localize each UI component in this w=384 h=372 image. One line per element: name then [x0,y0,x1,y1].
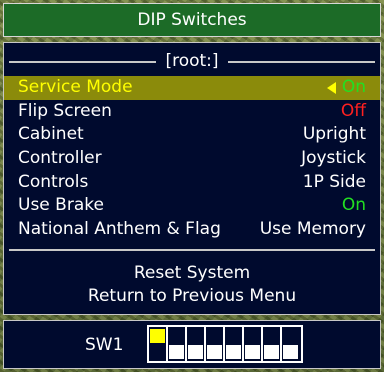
menu-header: [root:] [4,51,380,71]
menu-item-label: National Anthem & Flag [18,219,221,240]
switch-bank-panel: SW1 [3,320,381,369]
menu-item-label: Controls [18,171,89,192]
menu-item-national-anthem[interactable]: National Anthem & Flag Use Memory [4,218,380,242]
menu-actions: Reset System Return to Previous Menu [4,262,380,308]
dip-switch-bank [147,325,303,363]
menu-item-label: Use Brake [18,195,104,216]
switch-knob [207,345,222,359]
dip-switch-6[interactable] [244,327,263,361]
menu-item-value: On [341,195,366,216]
dip-switch-7[interactable] [263,327,282,361]
menu-item-cabinet[interactable]: Cabinet Upright [4,123,380,147]
window-title: DIP Switches [3,3,381,37]
menu-list: Service Mode On Flip Screen Off Cabinet … [4,76,380,242]
menu-item-value: Off [340,100,366,121]
menu-item-label: Service Mode [18,77,133,97]
switch-knob [169,345,184,359]
dip-menu-panel: [root:] Service Mode On Flip Screen Off … [3,42,381,315]
reset-system-button[interactable]: Reset System [4,262,380,285]
menu-item-service-mode[interactable]: Service Mode On [4,76,380,100]
dip-switch-1[interactable] [149,327,168,361]
menu-item-label: Cabinet [18,124,84,145]
dip-switch-3[interactable] [187,327,206,361]
menu-item-value: On [341,77,366,97]
menu-item-value: Upright [302,124,366,145]
menu-item-controller[interactable]: Controller Joystick [4,147,380,171]
header-divider-right [228,61,375,63]
dip-switch-8[interactable] [282,327,301,361]
switch-knob [188,345,203,359]
switch-knob [226,345,241,359]
menu-item-value: Joystick [301,148,366,169]
menu-item-value: Use Memory [259,219,366,240]
menu-item-controls[interactable]: Controls 1P Side [4,171,380,195]
menu-item-label: Controller [18,148,102,169]
switch-knob [150,329,165,343]
dip-switch-2[interactable] [168,327,187,361]
menu-divider [9,249,375,251]
dip-switch-5[interactable] [225,327,244,361]
switch-knob [264,345,279,359]
menu-item-value: 1P Side [302,171,366,192]
selection-arrow-icon [327,82,336,94]
title-text: DIP Switches [137,10,247,30]
return-previous-menu-button[interactable]: Return to Previous Menu [4,285,380,308]
menu-item-flip-screen[interactable]: Flip Screen Off [4,100,380,124]
switch-bank-label: SW1 [85,335,124,355]
switch-knob [245,345,260,359]
switch-knob [283,345,298,359]
menu-item-label: Flip Screen [18,100,112,121]
menu-item-use-brake[interactable]: Use Brake On [4,194,380,218]
dip-switch-4[interactable] [206,327,225,361]
